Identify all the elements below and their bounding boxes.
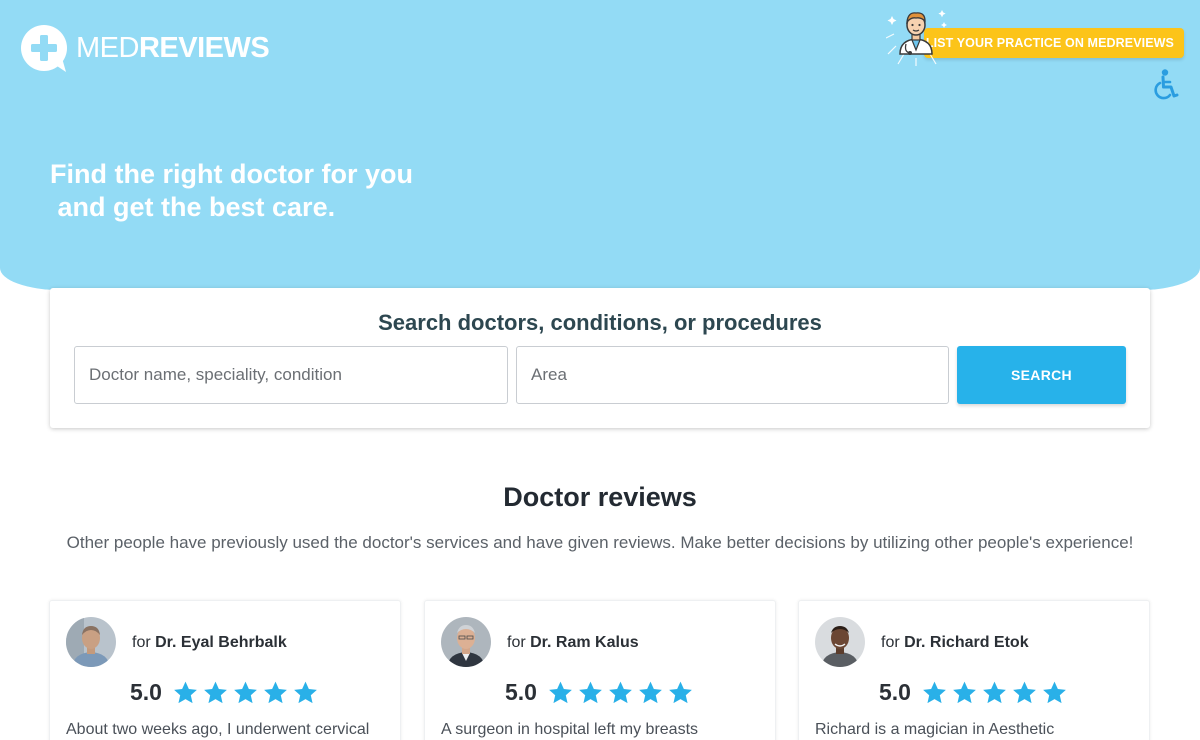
reviews-subtitle: Other people have previously used the do… [66, 533, 1134, 552]
review-card[interactable]: for Dr. Ram Kalus 5.0 A surgeon in hospi… [424, 600, 776, 740]
star-icon [579, 681, 602, 703]
star-icon [953, 681, 976, 703]
star-icon [669, 681, 692, 703]
doctor-name[interactable]: Dr. Eyal Behrbalk [155, 634, 287, 651]
search-card: Search doctors, conditions, or procedure… [50, 288, 1150, 428]
for-label: for [132, 634, 151, 651]
for-label: for [507, 634, 526, 651]
star-icon [609, 681, 632, 703]
review-excerpt: A surgeon in hospital left my breasts [441, 721, 699, 738]
logo-wordmark: MEDREVIEWS [76, 24, 270, 72]
list-practice-button[interactable]: LIST YOUR PRACTICE ON MEDREVIEWS [924, 28, 1184, 58]
logo[interactable]: MEDREVIEWS [20, 24, 270, 72]
star-icon [234, 681, 257, 703]
hero-title-line2: and get the best care. [50, 192, 336, 222]
review-doctor: for Dr. Richard Etok [881, 634, 1029, 652]
avatar [66, 617, 116, 667]
star-icon [1043, 681, 1066, 703]
reviews-title: Doctor reviews [503, 482, 697, 512]
doctor-icon [885, 4, 950, 66]
star-icon [983, 681, 1006, 703]
star-icon [923, 681, 946, 703]
wheelchair-icon[interactable] [1154, 68, 1180, 100]
rating-stars [921, 680, 1071, 706]
review-card[interactable]: for Dr. Richard Etok 5.0 Richard is a ma… [798, 600, 1150, 740]
rating: 5.0 [505, 679, 697, 706]
search-button[interactable]: SEARCH [957, 346, 1126, 404]
doctor-name[interactable]: Dr. Ram Kalus [530, 634, 638, 651]
avatar [815, 617, 865, 667]
star-icon [294, 681, 317, 703]
rating: 5.0 [879, 679, 1071, 706]
doctor-search-input[interactable] [74, 346, 508, 404]
doctor-name[interactable]: Dr. Richard Etok [904, 634, 1028, 651]
logo-text-light: MED [76, 32, 139, 64]
star-icon [1013, 681, 1036, 703]
rating-score: 5.0 [879, 679, 911, 705]
logo-text-bold: REVIEWS [138, 32, 270, 64]
hero-title-line1: Find the right doctor for you [50, 159, 413, 189]
rating-stars [547, 680, 697, 706]
star-icon [639, 681, 662, 703]
for-label: for [881, 634, 900, 651]
review-doctor: for Dr. Ram Kalus [507, 634, 639, 652]
star-icon [174, 681, 197, 703]
avatar [441, 617, 491, 667]
rating-score: 5.0 [130, 679, 162, 705]
hero-title: Find the right doctor for you and get th… [50, 158, 510, 224]
review-excerpt: Richard is a magician in Aesthetic [815, 721, 1055, 738]
review-card[interactable]: for Dr. Eyal Behrbalk 5.0 About two week… [49, 600, 401, 740]
rating: 5.0 [130, 679, 322, 706]
review-doctor: for Dr. Eyal Behrbalk [132, 634, 287, 652]
star-icon [549, 681, 572, 703]
star-icon [264, 681, 287, 703]
area-input[interactable] [516, 346, 949, 404]
star-icon [204, 681, 227, 703]
rating-score: 5.0 [505, 679, 537, 705]
search-title: Search doctors, conditions, or procedure… [378, 310, 822, 335]
plus-speech-bubble-icon [20, 24, 68, 72]
review-excerpt: About two weeks ago, I underwent cervica… [66, 721, 370, 738]
rating-stars [172, 680, 322, 706]
